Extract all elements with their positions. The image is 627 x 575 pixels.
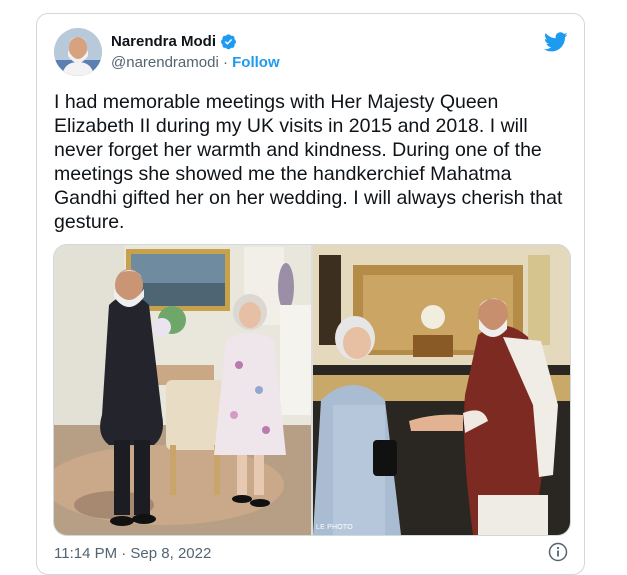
info-icon[interactable] xyxy=(548,542,568,562)
follow-button[interactable]: Follow xyxy=(232,54,280,71)
avatar[interactable] xyxy=(54,28,102,76)
photo-credit: LE PHOTO xyxy=(316,524,353,531)
photo-left[interactable] xyxy=(54,245,311,535)
tweet-timestamp[interactable]: 11:14 PM · Sep 8, 2022 xyxy=(54,545,211,562)
verified-badge-icon xyxy=(220,33,237,50)
tweet-text: I had memorable meetings with Her Majest… xyxy=(54,91,568,233)
author-handle-row: @narendramodi · Follow xyxy=(111,54,280,71)
twitter-bird-icon[interactable] xyxy=(543,30,568,54)
author-name-row[interactable]: Narendra Modi xyxy=(111,33,237,50)
separator-dot: · xyxy=(218,54,233,71)
author-name[interactable]: Narendra Modi xyxy=(111,33,216,50)
tweet-card: Narendra Modi @narendramodi · Follow I h… xyxy=(36,13,585,575)
photo-right[interactable] xyxy=(313,245,570,535)
tweet-media[interactable]: LE PHOTO xyxy=(53,244,571,536)
author-handle[interactable]: @narendramodi xyxy=(111,54,219,71)
